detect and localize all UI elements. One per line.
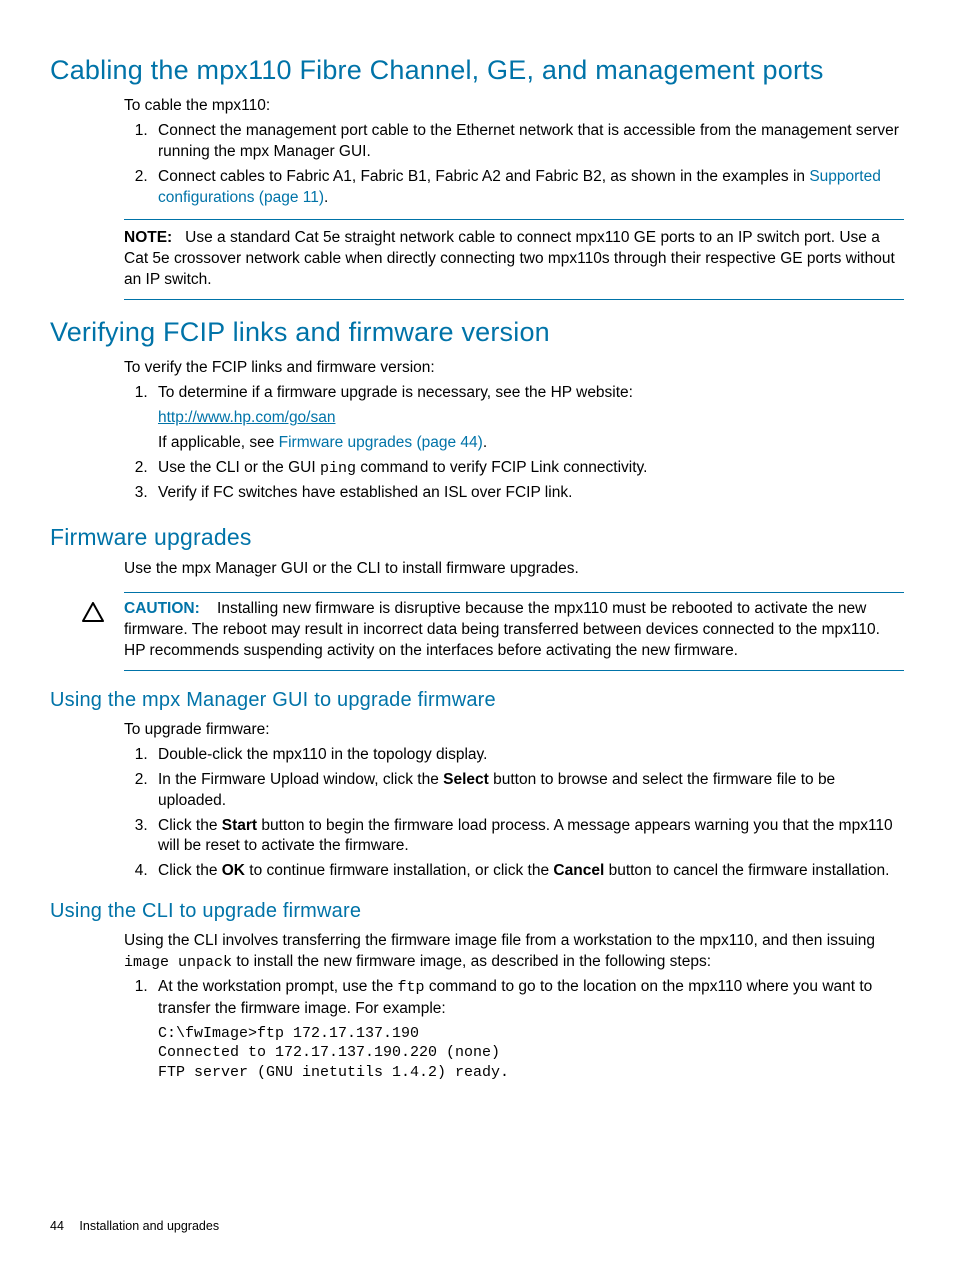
list-item: Verify if FC switches have established a…: [152, 483, 904, 504]
heading-cabling: Cabling the mpx110 Fibre Channel, GE, an…: [50, 52, 904, 88]
code-block: C:\fwImage>ftp 172.17.137.190 Connected …: [158, 1024, 904, 1083]
text: to install the new firmware image, as de…: [232, 953, 711, 970]
inline-code: ping: [320, 460, 356, 477]
text: At the workstation prompt, use the: [158, 978, 398, 995]
heading-cli-upgrade: Using the CLI to upgrade firmware: [50, 898, 904, 925]
heading-firmware-upgrades: Firmware upgrades: [50, 522, 904, 553]
inline-code: ftp: [398, 979, 425, 996]
heading-verifying: Verifying FCIP links and firmware versio…: [50, 314, 904, 350]
page-footer: 44 Installation and upgrades: [50, 1218, 219, 1235]
ui-label: Cancel: [553, 862, 604, 879]
caution-text: Installing new firmware is disruptive be…: [124, 600, 880, 659]
list-item: Click the OK to continue firmware instal…: [152, 861, 904, 882]
text: In the Firmware Upload window, click the: [158, 771, 443, 788]
text: .: [324, 189, 328, 206]
caution-label: CAUTION:: [124, 600, 200, 617]
list-item: To determine if a firmware upgrade is ne…: [152, 383, 904, 454]
cross-ref-link[interactable]: Firmware upgrades (page 44): [279, 434, 483, 451]
list-item: At the workstation prompt, use the ftp c…: [152, 977, 904, 1082]
page-number: 44: [50, 1219, 64, 1233]
note-text: Use a standard Cat 5e straight network c…: [124, 229, 895, 288]
list-item: Connect cables to Fabric A1, Fabric B1, …: [152, 167, 904, 209]
list-item: Double-click the mpx110 in the topology …: [152, 745, 904, 766]
text: Connect cables to Fabric A1, Fabric B1, …: [158, 168, 809, 185]
text: button to begin the firmware load proces…: [158, 817, 893, 855]
text: To determine if a firmware upgrade is ne…: [158, 384, 633, 401]
ui-label: Start: [222, 817, 257, 834]
text: Using the CLI involves transferring the …: [124, 932, 875, 949]
text: command to verify FCIP Link connectivity…: [356, 459, 647, 476]
caution-icon: [82, 602, 104, 622]
external-link[interactable]: http://www.hp.com/go/san: [158, 409, 335, 426]
note-box: NOTE: Use a standard Cat 5e straight net…: [124, 219, 904, 300]
ui-label: OK: [222, 862, 245, 879]
intro-text: To upgrade firmware:: [124, 720, 904, 741]
caution-box: CAUTION: Installing new firmware is disr…: [124, 592, 904, 671]
intro-text: To cable the mpx110:: [124, 96, 904, 117]
note-label: NOTE:: [124, 229, 172, 246]
heading-gui-upgrade: Using the mpx Manager GUI to upgrade fir…: [50, 687, 904, 714]
paragraph: Using the CLI involves transferring the …: [124, 931, 904, 973]
intro-text: Use the mpx Manager GUI or the CLI to in…: [124, 559, 904, 580]
text: Click the: [158, 862, 222, 879]
text: to continue firmware installation, or cl…: [245, 862, 553, 879]
intro-text: To verify the FCIP links and firmware ve…: [124, 358, 904, 379]
text: Use the CLI or the GUI: [158, 459, 320, 476]
list-item: In the Firmware Upload window, click the…: [152, 770, 904, 812]
text: button to cancel the firmware installati…: [604, 862, 889, 879]
text: If applicable, see: [158, 434, 279, 451]
list-item: Use the CLI or the GUI ping command to v…: [152, 458, 904, 479]
text: Click the: [158, 817, 222, 834]
ui-label: Select: [443, 771, 489, 788]
footer-section: Installation and upgrades: [79, 1219, 219, 1233]
text: .: [483, 434, 487, 451]
list-item: Connect the management port cable to the…: [152, 121, 904, 163]
inline-code: image unpack: [124, 954, 232, 971]
list-item: Click the Start button to begin the firm…: [152, 816, 904, 858]
